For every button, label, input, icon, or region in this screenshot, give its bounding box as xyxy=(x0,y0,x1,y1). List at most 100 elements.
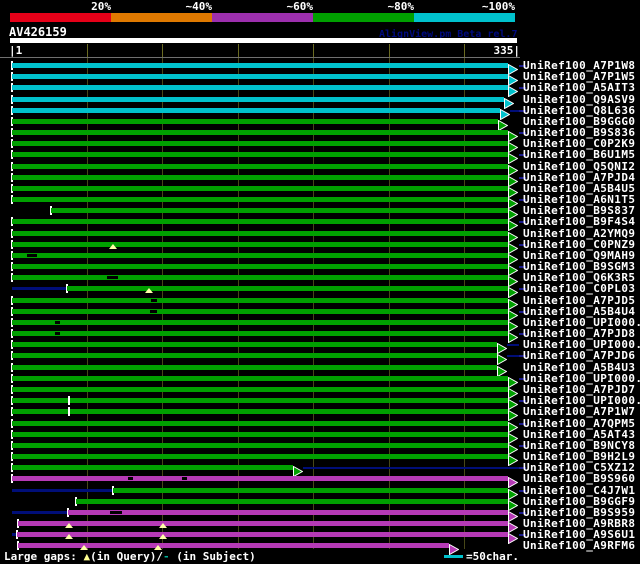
alignment-bar[interactable] xyxy=(12,331,508,336)
alignment-bar[interactable] xyxy=(12,353,497,358)
scale-segment-4 xyxy=(313,13,414,22)
query-id-label: AV426159 xyxy=(9,27,67,38)
row-label[interactable]: UniRef100_B9F4S4 xyxy=(523,216,635,227)
arrow-right-icon xyxy=(293,462,303,473)
scale-segment-2 xyxy=(111,13,212,22)
row-label[interactable]: UniRef100_A9RFM6 xyxy=(523,540,635,551)
alignment-bar[interactable] xyxy=(12,164,508,169)
subject-gap-marker xyxy=(55,332,60,335)
scale-segment-1 xyxy=(10,13,111,22)
scale-label-5: ~100% xyxy=(455,1,515,12)
alignment-bar[interactable] xyxy=(12,141,508,146)
alignment-bar[interactable] xyxy=(67,286,508,291)
arrow-right-icon xyxy=(508,306,518,317)
row-label[interactable]: UniRef100_A7PJD6 xyxy=(523,350,635,361)
alignment-bar[interactable] xyxy=(12,409,508,414)
alignment-bar[interactable] xyxy=(12,432,508,437)
alignment-bar[interactable] xyxy=(12,309,508,314)
alignment-bar[interactable] xyxy=(76,499,508,504)
alignment-bar[interactable] xyxy=(51,208,508,213)
alignment-bar[interactable] xyxy=(12,186,508,191)
alignment-bar[interactable] xyxy=(12,443,508,448)
alignment-bar[interactable] xyxy=(12,152,508,157)
alignment-bar[interactable] xyxy=(12,231,508,236)
subject-overhang xyxy=(12,489,113,492)
query-bar xyxy=(10,38,517,43)
alignment-bar[interactable] xyxy=(12,376,508,381)
arrow-right-icon xyxy=(508,60,518,71)
subject-gap-marker xyxy=(107,276,118,279)
alignment-bar[interactable] xyxy=(12,74,508,79)
alignment-bar[interactable] xyxy=(12,85,508,90)
alignment-bar[interactable] xyxy=(12,108,500,113)
alignment-bar[interactable] xyxy=(12,421,508,426)
subject-gap-dash-icon: - xyxy=(163,550,170,563)
subject-overhang xyxy=(507,344,519,346)
arrow-right-icon xyxy=(508,149,518,160)
boundary-tick xyxy=(68,407,70,416)
scale-label-3: ~60% xyxy=(253,1,313,12)
alignment-bar[interactable] xyxy=(12,298,508,303)
arrow-right-icon xyxy=(508,216,518,227)
arrow-right-icon xyxy=(508,406,518,417)
gap-legend: Large gaps: ▲(in Query)/- (in Subject) xyxy=(4,551,256,562)
arrow-right-icon xyxy=(508,496,518,507)
arrow-right-icon xyxy=(497,350,507,361)
gap-legend-mid: (in Query)/ xyxy=(90,550,163,563)
alignment-bar[interactable] xyxy=(12,175,508,180)
query-gap-triangle-icon xyxy=(109,244,117,249)
row-label[interactable]: UniRef100_B9S960 xyxy=(523,473,635,484)
ruler-tick xyxy=(238,44,239,57)
alignment-bar[interactable] xyxy=(12,197,508,202)
arrow-right-icon xyxy=(449,540,459,551)
ruler-tick xyxy=(162,44,163,57)
alignment-bar[interactable] xyxy=(12,342,497,347)
boundary-tick xyxy=(68,396,70,405)
scale-segment-5 xyxy=(414,13,515,22)
row-label[interactable]: UniRef100_B6U1M5 xyxy=(523,149,635,160)
alignment-bar[interactable] xyxy=(12,119,498,124)
scale-ruler-label: =50char. xyxy=(466,551,519,562)
alignment-bar[interactable] xyxy=(12,264,508,269)
alignment-bar[interactable] xyxy=(68,510,508,515)
arrow-right-icon xyxy=(508,485,518,496)
arrow-right-icon xyxy=(508,250,518,261)
arrow-right-icon xyxy=(497,362,507,373)
alignment-bar[interactable] xyxy=(12,242,508,247)
subject-overhang xyxy=(303,467,519,469)
alignment-bar[interactable] xyxy=(12,387,508,392)
arrow-right-icon xyxy=(508,395,518,406)
arrow-right-icon xyxy=(508,418,518,429)
alignment-bar[interactable] xyxy=(12,398,508,403)
ruler-tick xyxy=(464,44,465,57)
alignment-bar[interactable] xyxy=(12,219,508,224)
arrow-right-icon xyxy=(508,384,518,395)
alignment-bar[interactable] xyxy=(17,532,508,537)
alignment-bar[interactable] xyxy=(12,275,508,280)
arrow-right-icon xyxy=(508,373,518,384)
alignment-bar[interactable] xyxy=(12,454,508,459)
subject-gap-marker xyxy=(182,477,187,480)
gap-legend-suffix: (in Subject) xyxy=(170,550,256,563)
alignment-bar[interactable] xyxy=(12,476,508,481)
ruler-tick xyxy=(87,44,88,57)
alignment-bar[interactable] xyxy=(12,465,293,470)
subject-gap-marker xyxy=(55,321,60,324)
alignment-bar[interactable] xyxy=(12,63,508,68)
subject-gap-marker xyxy=(128,477,133,480)
alignment-bar[interactable] xyxy=(18,521,508,526)
alignment-bar[interactable] xyxy=(12,130,508,135)
row-label[interactable]: UniRef100_C0PL03 xyxy=(523,283,635,294)
row-label[interactable]: UniRef100_A5AIT3 xyxy=(523,82,635,93)
subject-overhang xyxy=(507,355,519,357)
alignment-bar[interactable] xyxy=(12,97,504,102)
arrow-right-icon xyxy=(508,228,518,239)
alignment-bar[interactable] xyxy=(113,488,508,493)
query-gap-triangle-icon xyxy=(159,523,167,528)
scale-ruler-line-icon xyxy=(444,555,463,558)
alignment-bar[interactable] xyxy=(12,253,508,258)
arrow-right-icon xyxy=(508,283,518,294)
alignment-bar[interactable] xyxy=(12,320,508,325)
alignment-bar[interactable] xyxy=(12,365,497,370)
row-label[interactable]: UniRef100_A7P1W7 xyxy=(523,406,635,417)
